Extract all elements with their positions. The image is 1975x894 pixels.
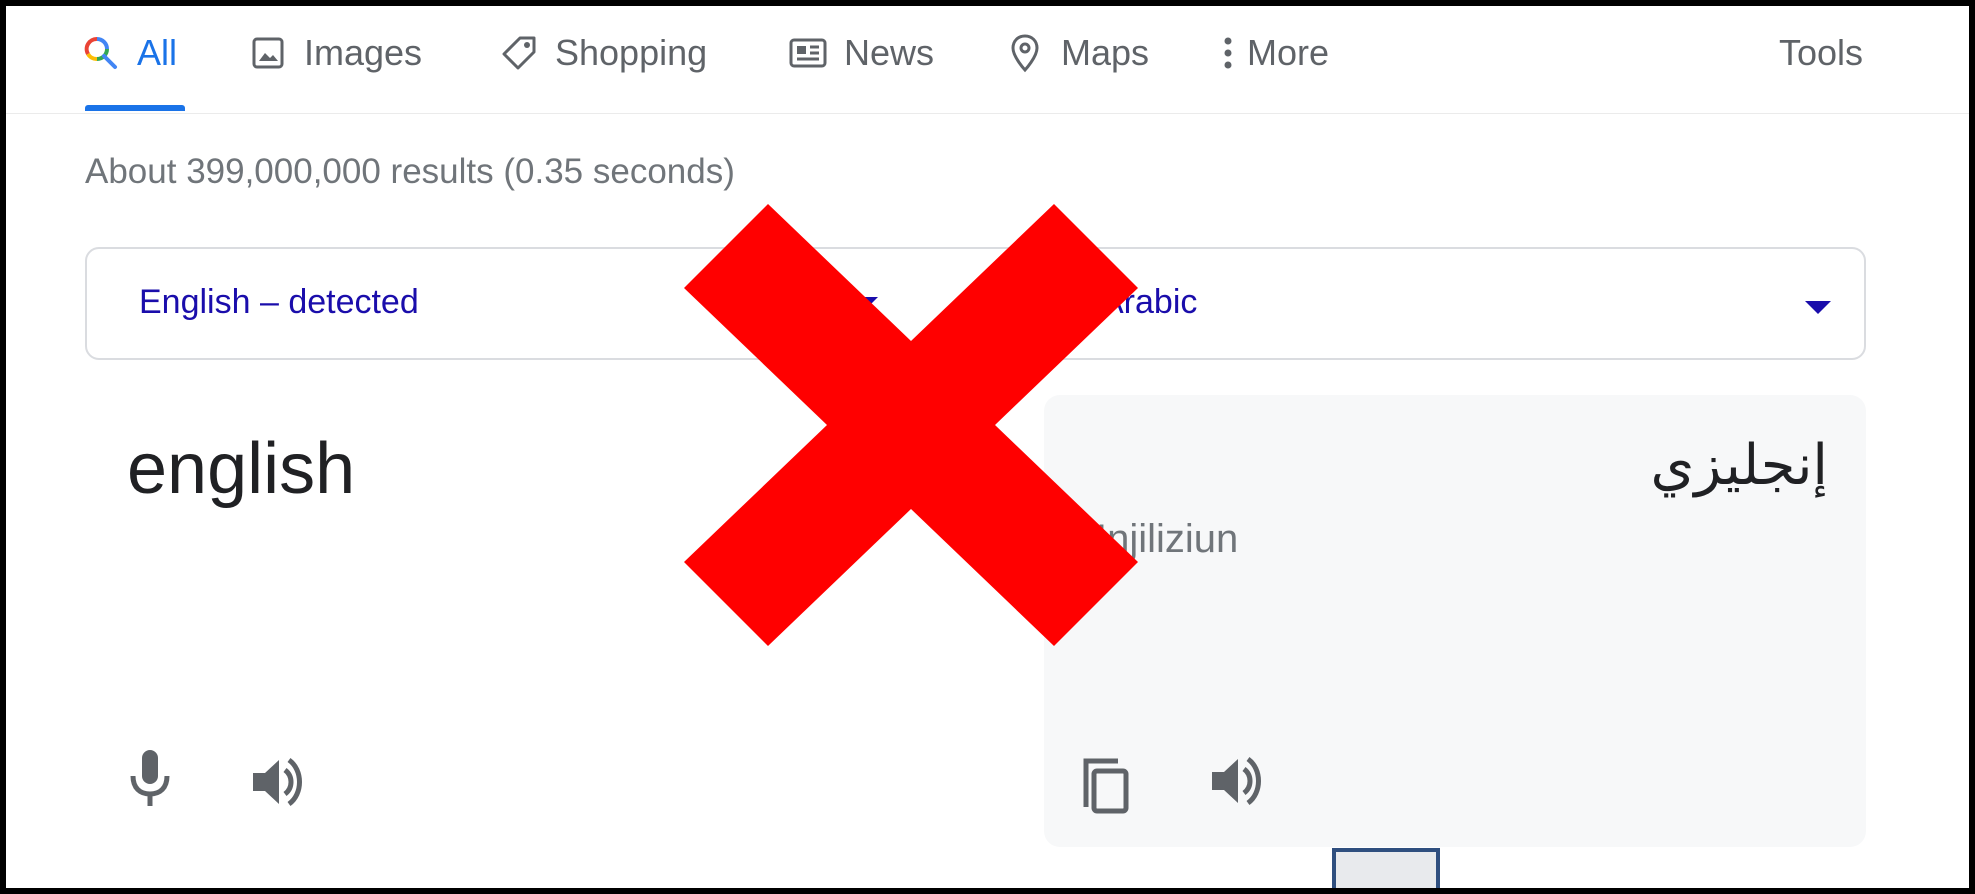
tab-tools[interactable]: Tools <box>1779 24 1863 82</box>
search-tabs-bar: All Images Shopping News Maps More Tools <box>6 6 1969 114</box>
tab-shopping[interactable]: Shopping <box>499 24 707 82</box>
source-text[interactable]: english <box>127 428 355 510</box>
tag-icon <box>499 33 539 73</box>
listen-translation-speaker-icon[interactable] <box>1208 753 1268 809</box>
tab-more[interactable]: More <box>1221 24 1329 82</box>
image-icon <box>248 33 288 73</box>
tab-shopping-label: Shopping <box>555 32 708 73</box>
translated-text: إنجليزي <box>1650 433 1828 498</box>
bottom-placeholder-box <box>1332 848 1440 888</box>
source-language-selector[interactable]: English – detected <box>139 283 419 322</box>
screenshot-frame: All Images Shopping News Maps More Tools… <box>0 0 1975 894</box>
active-tab-indicator <box>85 105 185 111</box>
tab-images-label: Images <box>304 32 423 73</box>
tab-maps-label: Maps <box>1061 32 1150 73</box>
search-icon <box>81 33 121 73</box>
listen-source-speaker-icon[interactable] <box>249 754 309 810</box>
copy-icon[interactable] <box>1080 755 1134 817</box>
tab-news[interactable]: News <box>788 24 934 82</box>
tab-images[interactable]: Images <box>248 24 422 82</box>
tab-all[interactable]: All <box>81 24 177 82</box>
tab-tools-label: Tools <box>1779 32 1864 73</box>
red-cross-overlay-icon <box>684 204 1138 646</box>
microphone-icon[interactable] <box>122 748 178 810</box>
tab-all-label: All <box>137 32 178 73</box>
tab-more-label: More <box>1247 32 1330 73</box>
translation-output-panel: إنجليزي Injiliziun <box>1044 395 1866 847</box>
tab-maps[interactable]: Maps <box>1005 24 1149 82</box>
map-pin-icon <box>1005 33 1045 73</box>
target-language-dropdown-icon[interactable] <box>1805 301 1831 314</box>
tab-news-label: News <box>844 32 935 73</box>
result-stats: About 399,000,000 results (0.35 seconds) <box>85 152 735 191</box>
news-icon <box>788 33 828 73</box>
more-vertical-icon <box>1221 33 1235 73</box>
